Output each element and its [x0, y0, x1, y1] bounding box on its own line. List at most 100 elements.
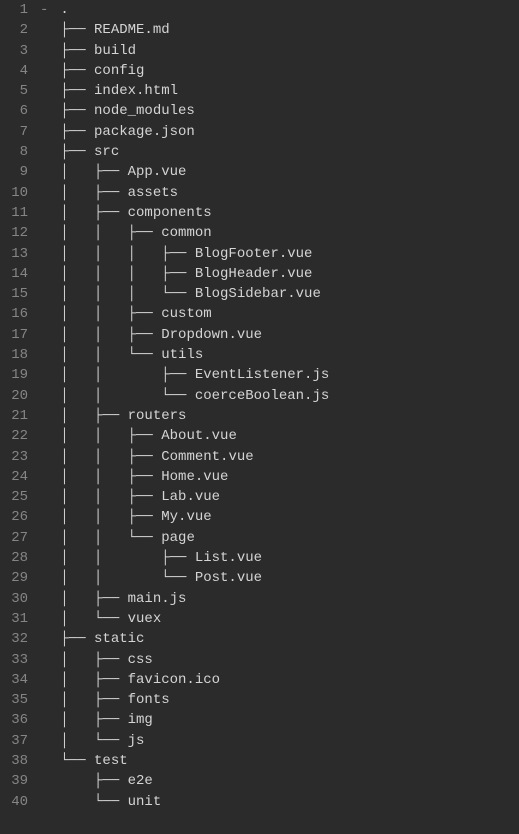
tree-node-name: assets	[128, 185, 178, 201]
tree-prefix: │ │ └──	[60, 570, 194, 586]
line-number: 24	[0, 467, 28, 487]
code-line: │ ├── components	[40, 203, 519, 223]
tree-prefix: └──	[60, 753, 94, 769]
fold-indicator	[40, 548, 52, 568]
code-line: │ ├── img	[40, 710, 519, 730]
tree-node-name: custom	[161, 306, 211, 322]
line-number: 11	[0, 203, 28, 223]
fold-indicator	[40, 507, 52, 527]
fold-indicator	[40, 61, 52, 81]
code-line: - .	[40, 0, 519, 20]
fold-indicator	[40, 650, 52, 670]
line-number: 3	[0, 41, 28, 61]
tree-node-name: img	[128, 712, 153, 728]
tree-prefix: │ │ ├──	[60, 306, 161, 322]
tree-node-name: unit	[128, 794, 162, 810]
fold-indicator	[40, 751, 52, 771]
tree-node-name: utils	[161, 347, 203, 363]
code-line: │ ├── favicon.ico	[40, 670, 519, 690]
tree-prefix: │ │ ├──	[60, 327, 161, 343]
tree-node-name: test	[94, 753, 128, 769]
code-line: │ │ └── Post.vue	[40, 568, 519, 588]
code-line: │ │ └── coerceBoolean.js	[40, 386, 519, 406]
line-number: 22	[0, 426, 28, 446]
line-number: 23	[0, 447, 28, 467]
fold-indicator	[40, 325, 52, 345]
tree-prefix: ├──	[60, 63, 94, 79]
line-number: 37	[0, 731, 28, 751]
fold-indicator	[40, 223, 52, 243]
tree-prefix: │ ├──	[60, 712, 127, 728]
tree-node-name: coerceBoolean.js	[195, 388, 329, 404]
tree-prefix: ├──	[60, 43, 94, 59]
fold-indicator[interactable]: -	[40, 0, 52, 20]
code-line: └── test	[40, 751, 519, 771]
fold-indicator	[40, 142, 52, 162]
code-line: │ ├── routers	[40, 406, 519, 426]
tree-node-name: .	[60, 2, 68, 18]
tree-prefix: │ │ └──	[60, 388, 194, 404]
fold-indicator	[40, 629, 52, 649]
tree-prefix: │ │ │ ├──	[60, 266, 194, 282]
line-number: 8	[0, 142, 28, 162]
tree-prefix: │ │ ├──	[60, 225, 161, 241]
code-line: │ └── js	[40, 731, 519, 751]
tree-prefix: │ │ │ ├──	[60, 246, 194, 262]
line-number: 10	[0, 183, 28, 203]
line-number: 34	[0, 670, 28, 690]
tree-prefix: └──	[60, 794, 127, 810]
code-line: │ │ ├── Comment.vue	[40, 447, 519, 467]
fold-indicator	[40, 670, 52, 690]
tree-prefix: ├──	[60, 124, 94, 140]
tree-node-name: fonts	[128, 692, 170, 708]
line-number: 29	[0, 568, 28, 588]
line-number: 40	[0, 792, 28, 812]
line-number: 15	[0, 284, 28, 304]
tree-node-name: EventListener.js	[195, 367, 329, 383]
code-line: ├── node_modules	[40, 101, 519, 121]
code-line: │ │ ├── Lab.vue	[40, 487, 519, 507]
code-line: │ │ └── page	[40, 528, 519, 548]
fold-indicator	[40, 487, 52, 507]
fold-indicator	[40, 710, 52, 730]
tree-node-name: BlogSidebar.vue	[195, 286, 321, 302]
line-number: 19	[0, 365, 28, 385]
line-number: 20	[0, 386, 28, 406]
tree-node-name: BlogFooter.vue	[195, 246, 313, 262]
fold-indicator	[40, 467, 52, 487]
tree-node-name: config	[94, 63, 144, 79]
fold-indicator	[40, 589, 52, 609]
line-number: 18	[0, 345, 28, 365]
tree-node-name: Post.vue	[195, 570, 262, 586]
code-line: ├── build	[40, 41, 519, 61]
tree-prefix: │ └──	[60, 733, 127, 749]
code-line: │ │ │ ├── BlogFooter.vue	[40, 244, 519, 264]
code-line: │ │ ├── EventListener.js	[40, 365, 519, 385]
tree-prefix: ├──	[60, 83, 94, 99]
code-line: │ ├── css	[40, 650, 519, 670]
code-line: ├── e2e	[40, 771, 519, 791]
line-number: 35	[0, 690, 28, 710]
line-number: 28	[0, 548, 28, 568]
tree-node-name: Lab.vue	[161, 489, 220, 505]
tree-node-name: css	[128, 652, 153, 668]
tree-node-name: js	[128, 733, 145, 749]
tree-node-name: favicon.ico	[128, 672, 220, 688]
line-number: 38	[0, 751, 28, 771]
tree-prefix: │ │ └──	[60, 530, 161, 546]
line-number: 25	[0, 487, 28, 507]
line-number: 27	[0, 528, 28, 548]
line-number: 6	[0, 101, 28, 121]
code-line: │ │ ├── Home.vue	[40, 467, 519, 487]
fold-indicator	[40, 609, 52, 629]
line-number: 36	[0, 710, 28, 730]
fold-indicator	[40, 568, 52, 588]
fold-indicator	[40, 264, 52, 284]
fold-indicator	[40, 244, 52, 264]
code-line: ├── README.md	[40, 20, 519, 40]
fold-indicator	[40, 183, 52, 203]
tree-prefix: │ │ ├──	[60, 469, 161, 485]
fold-indicator	[40, 41, 52, 61]
code-content[interactable]: - . ├── README.md ├── build ├── config ├…	[38, 0, 519, 834]
fold-indicator	[40, 203, 52, 223]
